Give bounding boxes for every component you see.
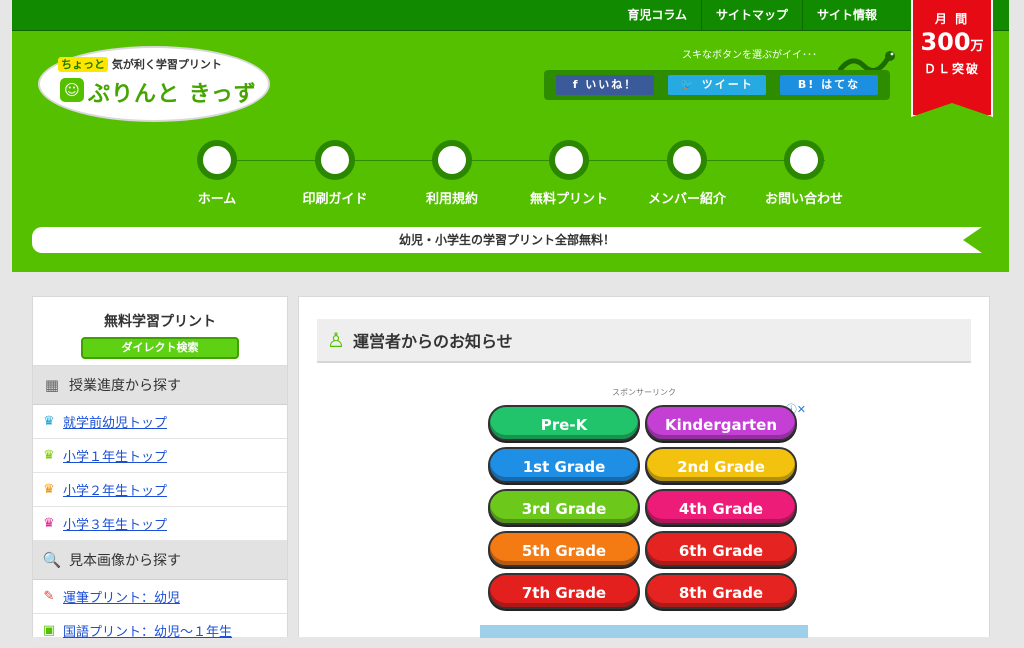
- facebook-like-button[interactable]: f いいね！: [556, 75, 654, 95]
- topnav-column[interactable]: 育児コラム: [613, 0, 701, 30]
- ad-grade-3[interactable]: 3rd Grade: [488, 489, 640, 525]
- ad-grade-6[interactable]: 6th Grade: [645, 531, 797, 567]
- content-heading: ♙ 運営者からのお知らせ: [317, 319, 971, 363]
- free-banner: 幼児・小学生の学習プリント全部無料！: [32, 227, 982, 253]
- sidebar-item-preschool[interactable]: ♛ 就学前幼児トップ: [33, 405, 287, 439]
- hatena-bookmark-button[interactable]: B! はてな: [780, 75, 878, 95]
- topnav-sitemap[interactable]: サイトマップ: [700, 0, 802, 30]
- nav-dot-icon: [432, 140, 472, 180]
- nav-dot-icon: [667, 140, 707, 180]
- nav-label: ホーム: [197, 192, 237, 207]
- nav-dot-icon: [197, 140, 237, 180]
- calendar-icon: ▦: [44, 376, 60, 394]
- nav-terms[interactable]: 利用規約: [393, 140, 511, 207]
- nav-label: 無料プリント: [529, 192, 608, 207]
- crown-icon: ♛: [43, 516, 55, 531]
- content-title: 運営者からのお知らせ: [353, 332, 513, 351]
- sidebar-header: 無料学習プリント ダイレクト検索: [33, 297, 287, 366]
- ad-grade-kindergarten[interactable]: Kindergarten: [645, 405, 797, 441]
- direct-search-button[interactable]: ダイレクト検索: [81, 337, 239, 359]
- top-nav: 育児コラム サイトマップ サイト情報: [613, 0, 891, 30]
- sidebar-item-grade3[interactable]: ♛ 小学３年生トップ: [33, 507, 287, 541]
- ad-grade-1[interactable]: 1st Grade: [488, 447, 640, 483]
- nav-dot-icon: [315, 140, 355, 180]
- ad-grade-2[interactable]: 2nd Grade: [645, 447, 797, 483]
- pencil-icon: ✎: [43, 589, 55, 604]
- download-badge: 月 間 300万 ＤＬ突破: [911, 0, 993, 117]
- person-icon: ♙: [327, 328, 345, 352]
- nav-print-guide[interactable]: 印刷ガイド: [276, 140, 394, 207]
- ad-grade-5[interactable]: 5th Grade: [488, 531, 640, 567]
- logo-name: ぷりんと きっず: [88, 82, 257, 107]
- sponsor-label: スポンサーリンク: [612, 388, 676, 397]
- crown-icon: ♛: [43, 414, 55, 429]
- logo-face-icon: ☺: [60, 78, 84, 102]
- site-logo[interactable]: ちょっと 気が利く学習プリント ☺ ぷりんと きっず: [40, 48, 268, 120]
- twitter-tweet-button[interactable]: 🐦 ツイート: [668, 75, 766, 95]
- sidebar-item-kokugo[interactable]: ▣ 国語プリント：幼児〜１年生: [33, 614, 287, 648]
- share-text: スキなボタンを選ぶがイイ･･･: [682, 50, 817, 61]
- nav-contact[interactable]: お問い合わせ: [745, 140, 863, 207]
- sidebar-item-unpitsu[interactable]: ✎ 運筆プリント：幼児: [33, 580, 287, 614]
- nav-label: メンバー紹介: [647, 192, 726, 207]
- site-header: 育児コラム サイトマップ サイト情報 ちょっと 気が利く学習プリント ☺ ぷりん…: [12, 0, 1009, 272]
- ad-image-strip: [480, 625, 808, 638]
- search-icon: 🔍: [42, 551, 62, 569]
- sidebar-item-grade1[interactable]: ♛ 小学１年生トップ: [33, 439, 287, 473]
- ad-banner[interactable]: ⓘ✕ Pre-K Kindergarten 1st Grade 2nd Grad…: [480, 401, 808, 638]
- ad-grade-prek[interactable]: Pre-K: [488, 405, 640, 441]
- nav-label: 利用規約: [425, 192, 478, 207]
- nav-home[interactable]: ホーム: [158, 140, 276, 207]
- nav-label: 印刷ガイド: [302, 192, 368, 207]
- top-bar: 育児コラム サイトマップ サイト情報: [12, 0, 1009, 31]
- sidebar-title: 無料学習プリント: [104, 314, 216, 330]
- section-by-progress: ▦ 授業進度から探す: [33, 366, 287, 405]
- nav-dot-icon: [784, 140, 824, 180]
- logo-tagline: ちょっと 気が利く学習プリント: [58, 56, 222, 72]
- nav-free-prints[interactable]: 無料プリント: [510, 140, 628, 207]
- sidebar: 無料学習プリント ダイレクト検索 ▦ 授業進度から探す ♛ 就学前幼児トップ ♛…: [32, 296, 288, 648]
- ad-grade-8[interactable]: 8th Grade: [645, 573, 797, 609]
- ad-grade-4[interactable]: 4th Grade: [645, 489, 797, 525]
- main-nav: ホーム 印刷ガイド 利用規約 無料プリント メンバー紹介 お問い合わせ: [12, 140, 1009, 220]
- section-by-sample: 🔍 見本画像から探す: [33, 541, 287, 580]
- nav-dot-icon: [549, 140, 589, 180]
- share-bar: f いいね！ 🐦 ツイート B! はてな: [544, 70, 890, 100]
- book-icon: ▣: [42, 623, 56, 638]
- sidebar-item-grade2[interactable]: ♛ 小学２年生トップ: [33, 473, 287, 507]
- crown-icon: ♛: [43, 448, 55, 463]
- ad-grade-7[interactable]: 7th Grade: [488, 573, 640, 609]
- topnav-siteinfo[interactable]: サイト情報: [801, 0, 891, 30]
- nav-label: お問い合わせ: [764, 192, 843, 207]
- nav-members[interactable]: メンバー紹介: [628, 140, 746, 207]
- crown-icon: ♛: [43, 482, 55, 497]
- main-content: ♙ 運営者からのお知らせ スポンサーリンク ⓘ✕ Pre-K Kindergar…: [298, 296, 990, 638]
